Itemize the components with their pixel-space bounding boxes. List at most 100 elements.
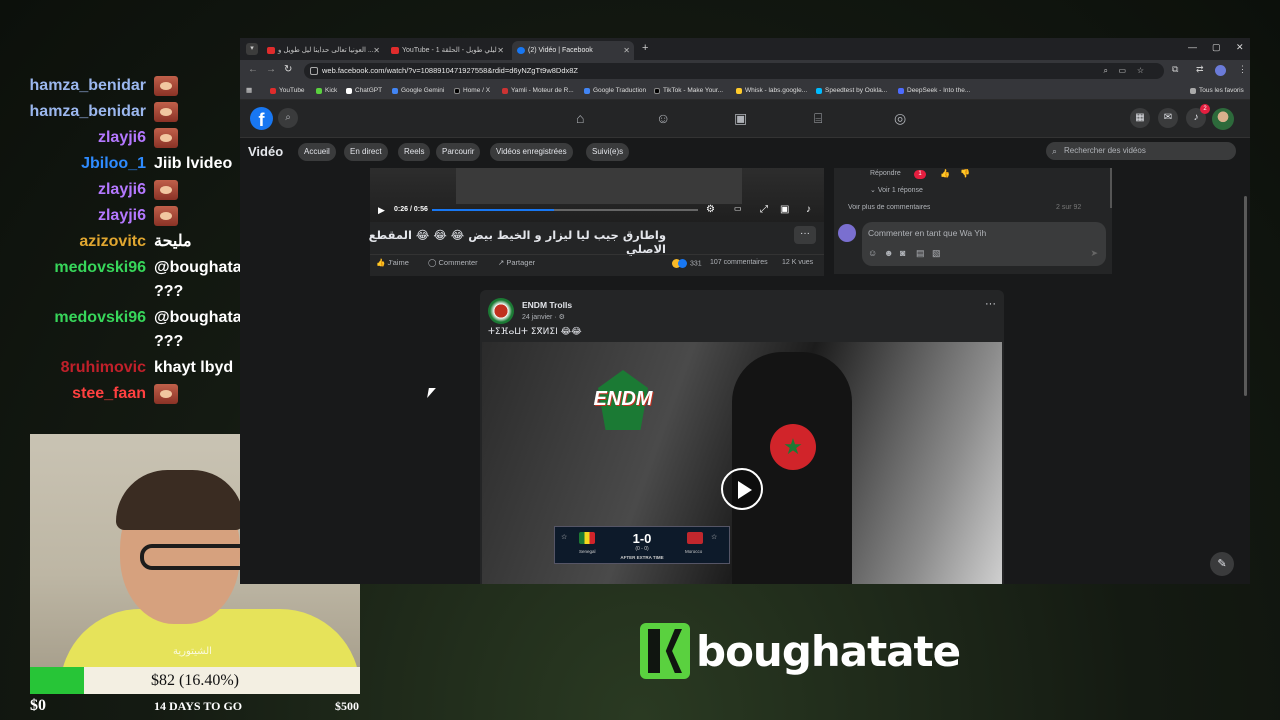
new-tab-icon[interactable]: + [642,42,648,54]
miniplayer-icon[interactable]: ▣ [780,204,789,215]
video-search-input[interactable]: Rechercher des vidéos [1046,142,1236,160]
chat-username[interactable]: zlayji6 [98,204,146,228]
site-info-icon[interactable] [310,67,318,75]
send-icon[interactable]: ➤ [1090,248,1098,259]
messenger-icon[interactable]: ✉ [1158,108,1178,128]
tab-3-active[interactable]: (2) Vidéo | Facebook ✕ [512,41,634,60]
marketplace-icon[interactable]: ⌸ [814,110,822,127]
facebook-logo-icon[interactable]: f [250,107,273,130]
chat-username[interactable]: hamza_benidar [30,74,146,98]
avatar-sticker-icon[interactable]: ☺ [868,248,877,258]
chat-username[interactable]: 8ruhimovic [61,356,146,380]
bookmark-google-translate[interactable]: Google Traduction [584,82,646,100]
bookmark-speedtest[interactable]: Speedtest by Ookla... [816,82,887,100]
video-tab-home[interactable]: Accueil [298,143,336,161]
see-more-comments-link[interactable]: Voir plus de commentaires [848,204,930,211]
comment-count[interactable]: 107 commentaires [710,259,768,266]
maximize-icon[interactable]: ▢ [1212,42,1221,53]
apps-grid-icon[interactable]: ▦ [246,82,252,100]
close-tab-icon[interactable]: ✕ [623,41,630,60]
menu-kebab-icon[interactable]: ⋮ [1238,64,1247,75]
minimize-icon[interactable]: — [1188,42,1197,52]
tab-2[interactable]: YouTube - ليلي طويل - الحلقة 1 ✕ [386,41,508,60]
settings-gear-icon[interactable]: ⚙ [706,204,715,215]
account-avatar[interactable] [1212,108,1234,130]
translate-icon[interactable]: ⇄ [1196,64,1204,75]
groups-icon[interactable]: ◎ [894,110,906,127]
sticker-icon[interactable]: ▧ [932,248,941,259]
thumbs-down-icon[interactable]: 👎 [960,169,970,178]
captions-icon[interactable]: ▭ [734,204,742,213]
compose-icon[interactable]: ✎ [1210,552,1234,576]
emoji-icon[interactable]: ☻ [884,248,893,258]
bookmark-gemini[interactable]: Google Gemini [392,82,444,100]
close-window-icon[interactable]: ✕ [1236,42,1244,53]
address-bar[interactable]: web.facebook.com/watch/?v=10889104719275… [304,63,1164,79]
bookmark-tiktok[interactable]: TikTok - Make Your... [654,82,723,100]
post-date[interactable]: 24 janvier · ⚙ [522,313,565,321]
chat-username[interactable]: medovski96 [54,256,146,280]
page-scrollbar[interactable] [1244,196,1247,396]
play-icon[interactable]: ▶ [378,205,385,216]
fullscreen-icon[interactable]: ⤢ [760,204,768,215]
tab-search-icon[interactable]: ▾ [246,43,258,55]
menu-grid-icon[interactable]: ▦ [1130,108,1150,128]
comments-scrollbar[interactable] [1110,168,1112,208]
all-bookmarks[interactable]: Tous les favoris [1190,82,1244,100]
close-tab-icon[interactable]: ✕ [497,41,504,60]
bookmark-x[interactable]: Home / X [454,82,490,100]
bookmark-youtube[interactable]: YouTube [270,82,305,100]
chat-username[interactable]: medovski96 [54,306,146,330]
chat-username[interactable]: stee_faan [72,382,146,406]
chat-username[interactable]: hamza_benidar [30,100,146,124]
profile-avatar[interactable] [1215,65,1226,76]
post-author[interactable]: ENDM Trolls [522,300,572,310]
chat-username[interactable]: zlayji6 [98,126,146,150]
search-icon[interactable]: ⌕ [278,108,298,128]
video-tab-browse[interactable]: Parcourir [436,143,481,161]
more-options-icon[interactable]: ··· [794,226,816,244]
chat-username[interactable]: Jbiloo_1 [81,152,146,176]
volume-icon[interactable]: ♪ [806,204,811,215]
like-button[interactable]: 👍 J'aime [376,258,409,267]
home-icon[interactable]: ⌂ [576,110,584,126]
reaction-count[interactable]: 331 [672,259,702,268]
search-icon[interactable]: ⌕ [1104,63,1108,79]
bookmark-kick[interactable]: Kick [316,82,337,100]
chat-username[interactable]: zlayji6 [98,178,146,202]
forward-icon[interactable]: → [266,64,276,75]
video-tab-saved[interactable]: Vidéos enregistrées [490,143,573,161]
bookmark-whisk[interactable]: Whisk - labs.google... [736,82,807,100]
gif-icon[interactable]: ▤ [916,248,925,259]
video-tab-live[interactable]: En direct [344,143,388,161]
see-replies-link[interactable]: ⌄ Voir 1 réponse [870,186,923,194]
camera-icon[interactable]: ◙ [900,248,905,258]
reload-icon[interactable]: ↻ [284,64,292,75]
video-tab-following[interactable]: Suivi(e)s [586,143,630,161]
share-button[interactable]: ↗ Partager [498,258,535,267]
friends-icon[interactable]: ☺ [656,110,670,126]
comment-button[interactable]: ◯ Commenter [428,258,478,267]
cast-icon[interactable]: ▭ [1118,63,1126,79]
youtube-icon [270,88,276,94]
reply-button[interactable]: Répondre [870,170,901,177]
page-avatar[interactable] [488,298,514,324]
tab-1[interactable]: العونيا تعالى حداينا ليل طويل و ... ✕ [262,41,384,60]
thumbs-up-icon[interactable]: 👍 [940,169,950,178]
comment-input[interactable]: Commenter en tant que Wa Yih ☺ ☻ ◙ ▤ ▧ ➤ [862,222,1106,266]
more-options-icon[interactable]: ··· [985,298,996,310]
back-icon[interactable]: ← [248,64,258,75]
progress-bar[interactable] [432,209,698,211]
video-player[interactable]: ▶ 0:26 / 0:56 ⚙ ▭ ⤢ ▣ ♪ [370,168,824,222]
bookmark-yamli[interactable]: Yamli - Moteur de R... [502,82,574,100]
play-button-icon[interactable] [721,468,763,510]
video-icon[interactable]: ▣ [734,110,747,127]
video-tab-reels[interactable]: Reels [398,143,431,161]
chat-username[interactable]: azizovitc [79,230,146,254]
video-thumbnail[interactable]: ★ ENDM ☆ Senegal 1-0 (0 - 0) AFTER EXTRA… [482,342,1002,584]
bookmark-deepseek[interactable]: DeepSeek - Into the... [898,82,970,100]
close-tab-icon[interactable]: ✕ [373,41,380,60]
bookmark-star-icon[interactable]: ☆ [1137,63,1144,79]
bookmark-chatgpt[interactable]: ChatGPT [346,82,382,100]
extensions-icon[interactable]: ⧉ [1172,64,1178,75]
